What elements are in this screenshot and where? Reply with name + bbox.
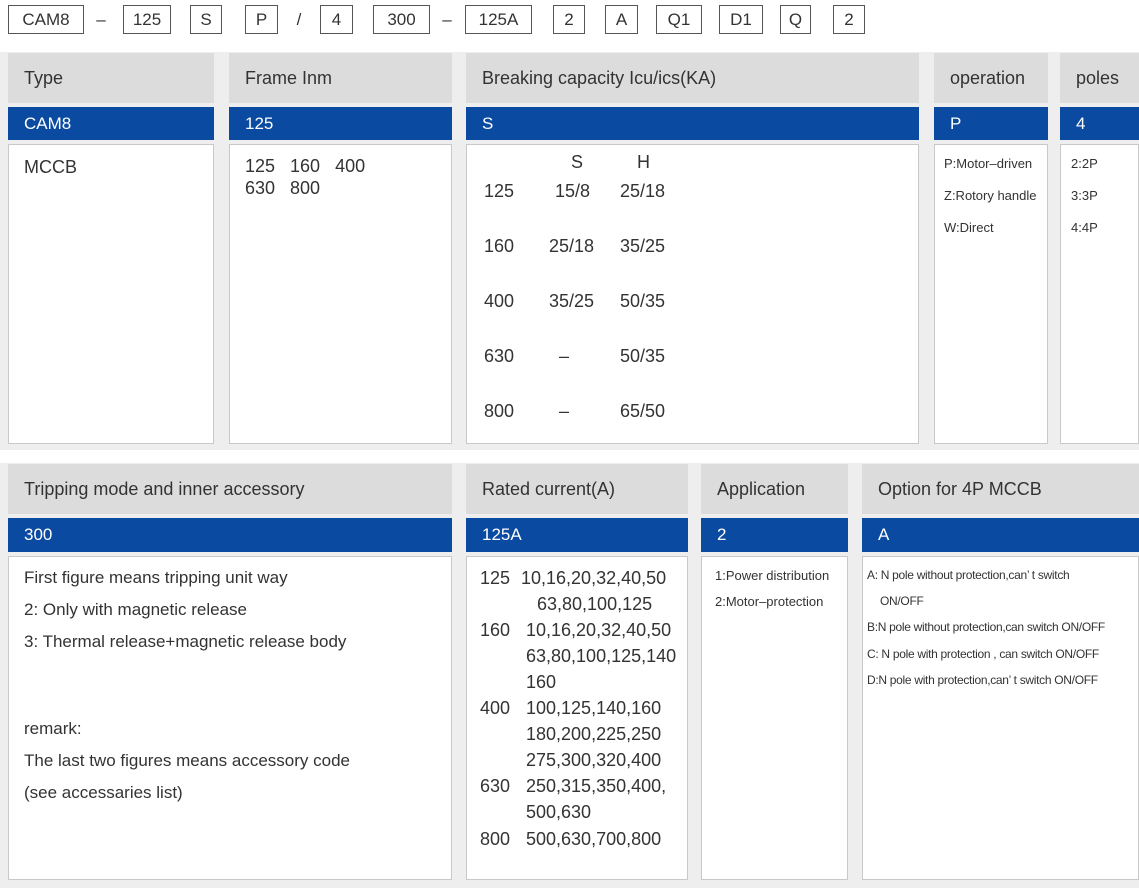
selected-frame: 125 — [229, 107, 452, 140]
breaking-row-h: 50/35 — [620, 346, 666, 366]
code-segment-type: CAM8 — [8, 5, 84, 34]
breaking-row-s: 25/18 — [549, 236, 595, 256]
rated-values: 500,630 — [526, 802, 592, 822]
remark-title: remark: — [24, 719, 82, 738]
breaking-capacity-body: S H 125 15/8 25/18 160 25/18 35/25 400 3… — [466, 144, 919, 444]
option-line: B:N pole without protection,can switch O… — [867, 620, 1105, 634]
selected-application: 2 — [701, 518, 848, 552]
frame-values-line-2: 630 800 — [245, 178, 321, 198]
option-4p-body: A: N pole without protection,can’ t swit… — [862, 556, 1139, 880]
breaking-row-h: 25/18 — [620, 181, 666, 201]
code-segment-frame: 125 — [123, 5, 171, 34]
rated-values: 500,630,700,800 — [526, 829, 662, 849]
breaking-col-s: S — [571, 152, 584, 172]
selected-poles: 4 — [1060, 107, 1139, 140]
application-option: 2:Motor–protection — [715, 594, 824, 609]
option-line: C: N pole with protection , can switch O… — [867, 647, 1099, 661]
option-line: ON/OFF — [880, 594, 924, 608]
type-body: MCCB — [8, 144, 214, 444]
breaking-row-frame: 630 — [484, 346, 515, 366]
header-poles: poles — [1060, 53, 1139, 103]
rated-values: 10,16,20,32,40,50 — [521, 568, 667, 588]
code-segment-option: A — [605, 5, 638, 34]
poles-body: 2:2P 3:3P 4:4P — [1060, 144, 1139, 444]
header-frame: Frame Inm — [229, 53, 452, 103]
rated-values: 100,125,140,160 — [526, 698, 662, 718]
breaking-row-h: 65/50 — [620, 401, 666, 421]
header-type: Type — [8, 53, 214, 103]
breaking-col-h: H — [637, 152, 650, 172]
breaking-row-frame: 800 — [484, 401, 515, 421]
tripping-body: First figure means tripping unit way 2: … — [8, 556, 452, 880]
breaking-row-s: 15/8 — [555, 181, 591, 201]
remark-line: The last two figures means accessory cod… — [24, 751, 350, 770]
operation-option: P:Motor–driven — [944, 156, 1033, 171]
selected-breaking: S — [466, 107, 919, 140]
header-operation: operation — [934, 53, 1048, 103]
breaking-row-frame: 160 — [484, 236, 515, 256]
rated-values: 275,300,320,400 — [526, 750, 662, 770]
frame-body: 125 160 400 630 800 — [229, 144, 452, 444]
rated-values: 160 — [526, 672, 557, 692]
model-code-strip: CAM8 – 125 S P / 4 300 – 125A 2 A Q1 D1 … — [0, 0, 1139, 40]
code-segment-accessory-1: Q1 — [656, 5, 702, 34]
code-separator: / — [296, 10, 302, 29]
breaking-row-s: – — [559, 346, 570, 366]
breaking-row-frame: 400 — [484, 291, 515, 311]
code-segment-accessory-4: 2 — [833, 5, 865, 34]
operation-body: P:Motor–driven Z:Rotory handle W:Direct — [934, 144, 1048, 444]
type-value: MCCB — [24, 157, 77, 177]
breaking-row-h: 35/25 — [620, 236, 666, 256]
tripping-line: 2: Only with magnetic release — [24, 600, 247, 619]
rated-values: 250,315,350,400, — [526, 776, 667, 796]
selected-rated-current: 125A — [466, 518, 688, 552]
selected-operation: P — [934, 107, 1048, 140]
option-line: D:N pole with protection,can’ t switch O… — [867, 673, 1098, 687]
breaking-row-h: 50/35 — [620, 291, 666, 311]
remark-line: (see accessaries list) — [24, 783, 183, 802]
tripping-line: First figure means tripping unit way — [24, 568, 288, 587]
rated-values: 63,80,100,125 — [537, 594, 653, 614]
header-tripping-mode: Tripping mode and inner accessory — [8, 464, 452, 514]
code-segment-poles: 4 — [320, 5, 353, 34]
code-segment-operation: P — [245, 5, 278, 34]
breaking-row-frame: 125 — [484, 181, 515, 201]
rated-values: 10,16,20,32,40,50 — [526, 620, 672, 640]
operation-option: W:Direct — [944, 220, 994, 235]
selected-option: A — [862, 518, 1139, 552]
code-segment-application: 2 — [553, 5, 585, 34]
option-line: A: N pole without protection,can’ t swit… — [867, 568, 1070, 582]
rated-values: 180,200,225,250 — [526, 724, 662, 744]
code-separator: – — [442, 10, 452, 29]
header-rated-current: Rated current(A) — [466, 464, 688, 514]
code-segment-breaking: S — [190, 5, 222, 34]
frame-values-line-1: 125 160 400 — [245, 156, 366, 176]
rated-current-body: 125 10,16,20,32,40,50 63,80,100,125 160 … — [466, 556, 688, 880]
selected-tripping: 300 — [8, 518, 452, 552]
code-segment-accessory-2: D1 — [719, 5, 763, 34]
rated-frame: 630 — [480, 776, 511, 796]
code-separator: – — [96, 10, 106, 29]
header-application: Application — [701, 464, 848, 514]
breaking-row-s: – — [559, 401, 570, 421]
poles-option: 3:3P — [1071, 188, 1098, 203]
application-option: 1:Power distribution — [715, 568, 830, 583]
rated-frame: 800 — [480, 829, 511, 849]
application-body: 1:Power distribution 2:Motor–protection — [701, 556, 848, 880]
poles-option: 4:4P — [1071, 220, 1098, 235]
rated-frame: 160 — [480, 620, 511, 640]
breaking-row-s: 35/25 — [549, 291, 595, 311]
rated-frame: 400 — [480, 698, 511, 718]
rated-values: 63,80,100,125,140 — [526, 646, 677, 666]
code-segment-tripping: 300 — [373, 5, 430, 34]
code-segment-accessory-3: Q — [780, 5, 811, 34]
code-segment-rated-current: 125A — [465, 5, 532, 34]
operation-option: Z:Rotory handle — [944, 188, 1037, 203]
header-breaking-capacity: Breaking capacity Icu/ics(KA) — [466, 53, 919, 103]
selected-type: CAM8 — [8, 107, 214, 140]
tripping-line: 3: Thermal release+magnetic release body — [24, 632, 347, 651]
rated-frame: 125 — [480, 568, 511, 588]
header-option-4p: Option for 4P MCCB — [862, 464, 1139, 514]
poles-option: 2:2P — [1071, 156, 1098, 171]
